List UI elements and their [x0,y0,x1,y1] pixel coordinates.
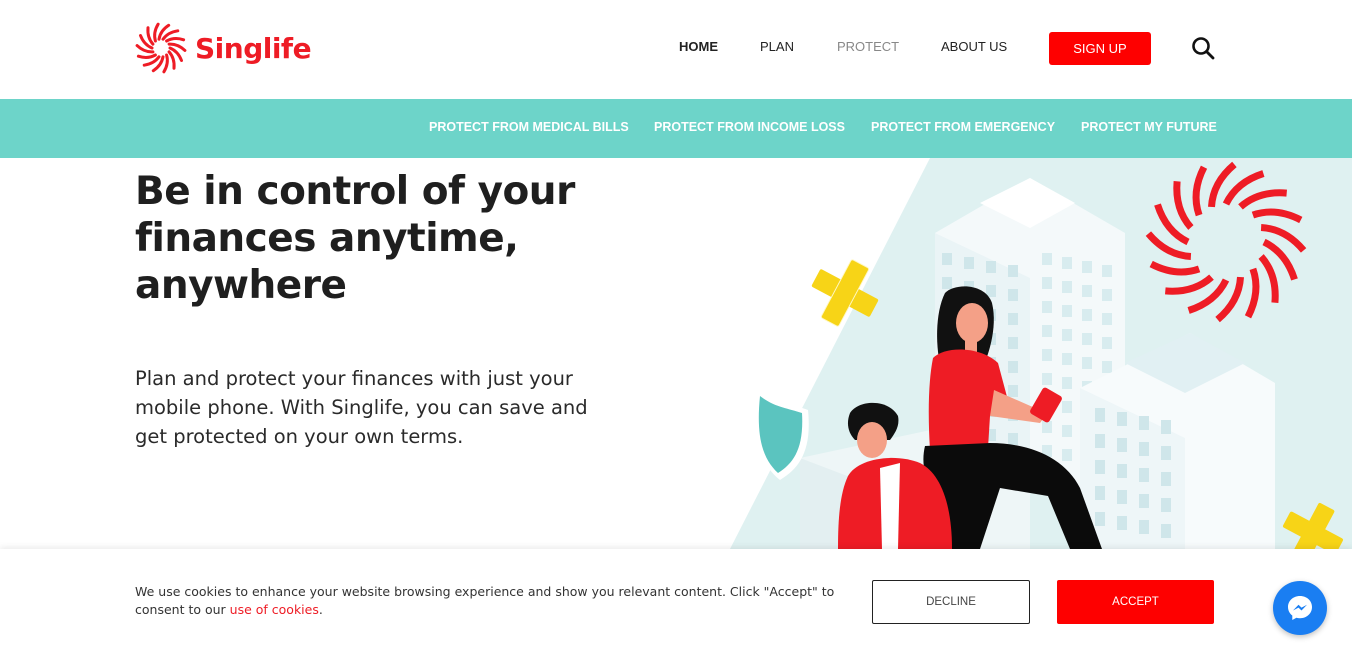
singlife-logo[interactable]: Singlife [135,22,312,74]
hero-description: Plan and protect your finances with just… [135,364,655,451]
messenger-icon [1288,596,1312,620]
messenger-chat-button[interactable] [1273,581,1327,635]
decline-button[interactable]: DECLINE [872,580,1030,624]
search-icon [1192,37,1215,60]
cookie-message: We use cookies to enhance your website b… [135,583,855,619]
hero-title-line-1: Be in control of your [135,169,575,214]
nav-protect[interactable]: PROTECT [837,39,899,54]
cookie-consent-bar: We use cookies to enhance your website b… [0,549,1352,656]
hero-title-line-2: finances anytime, [135,216,519,261]
accept-button[interactable]: ACCEPT [1057,580,1214,624]
hero-description-line-3: get protected on your own terms. [135,425,464,448]
cookie-message-suffix: . [318,602,323,617]
cookie-policy-link[interactable]: use of cookies [230,602,319,617]
nav-home[interactable]: HOME [679,39,718,54]
hero-title-line-3: anywhere [135,263,347,308]
subnav-income-loss[interactable]: PROTECT FROM INCOME LOSS [654,120,845,134]
hero-description-line-2: mobile phone. With Singlife, you can sav… [135,396,588,419]
subnav-medical-bills[interactable]: PROTECT FROM MEDICAL BILLS [429,120,629,134]
nav-plan[interactable]: PLAN [760,39,794,54]
search-button[interactable] [1190,35,1216,61]
brand-name: Singlife [195,31,312,65]
nav-about-us[interactable]: ABOUT US [941,39,1007,54]
hero-title: Be in control of your finances anytime, … [135,168,695,309]
hero-illustration [730,158,1352,549]
hero-description-line-1: Plan and protect your finances with just… [135,367,573,390]
subnav-my-future[interactable]: PROTECT MY FUTURE [1081,120,1217,134]
sunburst-logo-icon [135,22,187,74]
subnav-emergency[interactable]: PROTECT FROM EMERGENCY [871,120,1055,134]
sign-up-button[interactable]: SIGN UP [1049,32,1151,65]
site-header: Singlife HOME PLAN PROTECT ABOUT US SIGN… [0,0,1352,99]
protect-subnav: PROTECT FROM MEDICAL BILLS PROTECT FROM … [0,99,1352,158]
